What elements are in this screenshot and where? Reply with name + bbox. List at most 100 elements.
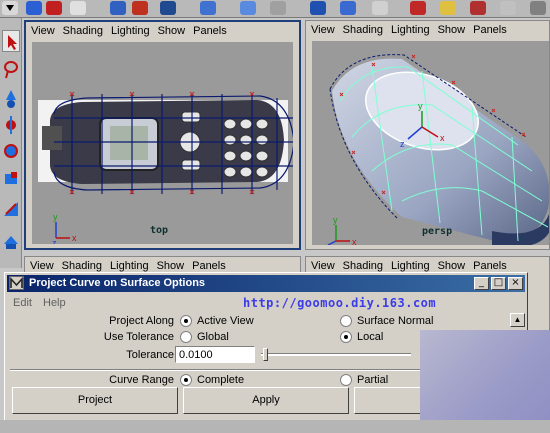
svg-text:y: y (418, 101, 423, 111)
radio-label: Surface Normal (357, 315, 434, 327)
shelf-tool-icon[interactable] (70, 1, 86, 15)
menu-view[interactable]: View (306, 257, 338, 272)
menu-panels[interactable]: Panels (468, 257, 510, 272)
menu-panels[interactable]: Panels (468, 21, 510, 36)
menu-lighting[interactable]: Lighting (106, 22, 153, 37)
move-icon[interactable] (2, 114, 20, 136)
close-button[interactable]: × (508, 277, 523, 290)
viewport-persp[interactable]: View Shading Lighting Show Panels y x z … (305, 20, 550, 250)
shelf-tool-icon[interactable] (410, 1, 426, 15)
watermark-url: http://goomoo.diy.163.com (243, 296, 437, 310)
project-button[interactable]: Project (12, 387, 178, 414)
radio-label: Complete (197, 374, 245, 386)
tolerance-slider[interactable] (261, 346, 411, 363)
viewport-top[interactable]: View Shading Lighting Show Panels y x z … (24, 20, 301, 250)
menu-view[interactable]: View (26, 22, 58, 37)
menu-show[interactable]: Show (152, 257, 188, 272)
radio-label: Active View (197, 315, 254, 327)
menu-show[interactable]: Show (433, 21, 469, 36)
dialog-title: Project Curve on Surface Options (29, 277, 206, 289)
apply-button[interactable]: Apply (183, 387, 349, 414)
menu-panels[interactable]: Panels (188, 22, 230, 37)
radio-label: Local (357, 331, 384, 343)
shelf-tool-icon[interactable] (110, 1, 126, 15)
shelf-tool-icon[interactable] (500, 1, 516, 15)
svg-text:z: z (400, 139, 405, 149)
viewport-menu: View Shading Lighting Show Panels (306, 21, 549, 39)
shelf-tool-icon[interactable] (310, 1, 326, 15)
shelf-tool-icon[interactable] (530, 1, 546, 15)
svg-text:x: x (440, 133, 445, 143)
camera-label: top (150, 225, 169, 236)
overlay-glow (420, 330, 550, 433)
last-tool-icon[interactable] (2, 230, 20, 252)
shelf-tool-icon[interactable] (340, 1, 356, 15)
radio-dot (180, 315, 192, 327)
svg-text:y: y (53, 212, 58, 222)
shelf-tool-icon[interactable] (270, 1, 286, 15)
svg-text:x: x (352, 237, 357, 245)
maximize-button[interactable]: □ (491, 277, 506, 290)
minimize-button[interactable]: _ (474, 277, 489, 290)
shelf-tool-icon[interactable] (26, 1, 42, 15)
paint-icon[interactable] (2, 88, 20, 110)
manipulator-icon[interactable] (2, 198, 20, 220)
menu-help[interactable]: Help (43, 297, 66, 309)
slider-thumb[interactable] (263, 348, 268, 361)
menu-lighting[interactable]: Lighting (386, 257, 433, 272)
shelf-tool-icon[interactable] (132, 1, 148, 15)
radio-label: Partial (357, 374, 389, 386)
radio-dot (340, 315, 352, 327)
shelf-tool-icon[interactable] (160, 1, 176, 15)
shelf-arrow-icon[interactable] (2, 1, 18, 15)
shelf (0, 0, 550, 18)
radio-dot (180, 374, 192, 386)
shelf-tool-icon[interactable] (46, 1, 62, 15)
menu-view[interactable]: View (306, 21, 338, 36)
shelf-tool-icon[interactable] (200, 1, 216, 15)
menu-show[interactable]: Show (433, 257, 469, 272)
menu-panels[interactable]: Panels (187, 257, 229, 272)
shelf-tool-icon[interactable] (470, 1, 486, 15)
radio-dot (340, 331, 352, 343)
camera-label: persp (422, 226, 453, 237)
menu-show[interactable]: Show (153, 22, 189, 37)
lasso-icon[interactable] (2, 58, 20, 80)
curve-range-label: Curve Range (109, 374, 174, 386)
radio-dot (340, 374, 352, 386)
svg-text:z: z (52, 238, 57, 244)
svg-text:x: x (72, 233, 77, 243)
menu-edit[interactable]: Edit (13, 297, 32, 309)
radio-label: Global (197, 331, 229, 343)
tolerance-field[interactable] (175, 346, 255, 363)
dialog-menubar: Edit Help http://goomoo.diy.163.com (7, 294, 525, 311)
slider-track (261, 353, 411, 356)
viewport-canvas[interactable]: y x z y x persp (312, 41, 549, 245)
toolbox (0, 18, 22, 268)
radio-dot (180, 331, 192, 343)
use-tolerance-label: Use Tolerance (103, 331, 174, 343)
phone-top-view: y x z (38, 91, 293, 244)
shelf-tool-icon[interactable] (372, 1, 388, 15)
scroll-up-button[interactable]: ▲ (510, 313, 525, 327)
maya-icon (9, 276, 24, 290)
menu-shading[interactable]: Shading (338, 257, 386, 272)
shelf-tool-icon[interactable] (440, 1, 456, 15)
shelf-tool-icon[interactable] (240, 1, 256, 15)
tolerance-label: Tolerance (126, 349, 174, 361)
menu-shading[interactable]: Shading (338, 21, 386, 36)
rotate-icon[interactable] (2, 140, 20, 162)
viewport-canvas[interactable]: y x z top (32, 42, 293, 244)
menu-shading[interactable]: Shading (58, 22, 106, 37)
select-arrow-icon[interactable] (2, 30, 20, 52)
menu-lighting[interactable]: Lighting (105, 257, 152, 272)
menu-view[interactable]: View (25, 257, 57, 272)
bottom-strip (0, 420, 550, 433)
menu-shading[interactable]: Shading (57, 257, 105, 272)
project-along-label: Project Along (109, 315, 174, 327)
viewport-menu: View Shading Lighting Show Panels (26, 22, 299, 40)
dialog-titlebar[interactable]: Project Curve on Surface Options _ □ × (7, 275, 525, 292)
scale-icon[interactable] (2, 168, 20, 190)
menu-lighting[interactable]: Lighting (386, 21, 433, 36)
svg-text:y: y (333, 215, 338, 225)
